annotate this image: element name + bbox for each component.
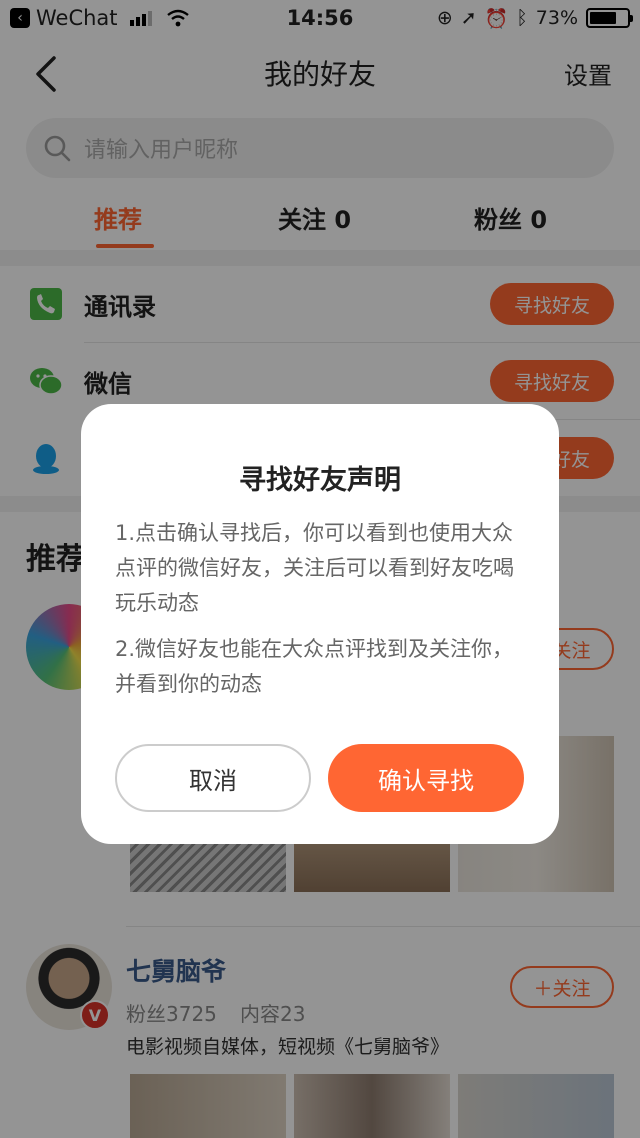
dialog-paragraph: 2.微信好友也能在大众点评找到及关注你，并看到你的动态 bbox=[115, 637, 514, 696]
dialog-title: 寻找好友声明 bbox=[239, 465, 401, 496]
find-friends-dialog: 寻找好友声明 1.点击确认寻找后，你可以看到也使用大众点评的微信好友，关注后可以… bbox=[81, 404, 559, 844]
confirm-find-button[interactable]: 确认寻找 bbox=[328, 744, 524, 812]
dialog-paragraph: 1.点击确认寻找后，你可以看到也使用大众点评的微信好友，关注后可以看到好友吃喝玩… bbox=[115, 521, 514, 615]
cancel-button[interactable]: 取消 bbox=[115, 744, 311, 812]
